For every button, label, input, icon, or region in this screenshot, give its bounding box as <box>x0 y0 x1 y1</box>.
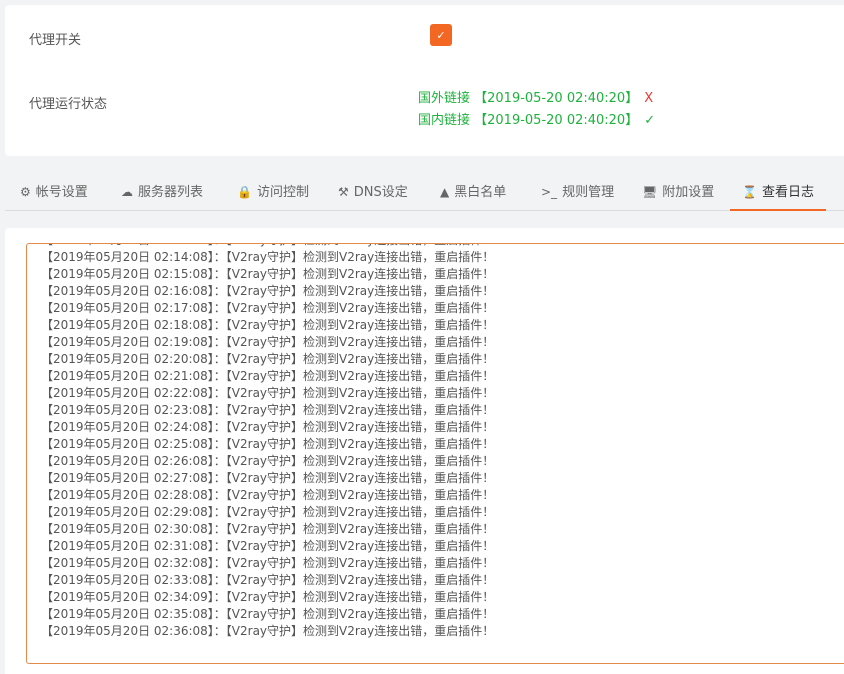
tab-label: 查看日志 <box>761 185 814 200</box>
log-line: 【2019年05月20日 02:35:08】：【V2ray守护】检测到V2ray… <box>41 607 495 621</box>
log-line: 【2019年05月20日 02:36:08】：【V2ray守护】检测到V2ray… <box>41 624 495 638</box>
success-icon: ✓ <box>644 113 656 128</box>
tab-label: 帐号设置 <box>35 185 88 200</box>
tab-label: 规则管理 <box>562 185 615 200</box>
tab-dns-settings[interactable]: ⚒ DNS设定 <box>338 173 408 211</box>
log-line: 【2019年05月20日 02:18:08】：【V2ray守护】检测到V2ray… <box>41 318 495 332</box>
log-content: 【2019年05月20日 02:13:08】：【V2ray守护】检测到V2ray… <box>41 244 495 640</box>
log-line: 【2019年05月20日 02:34:09】：【V2ray守护】检测到V2ray… <box>41 590 495 604</box>
tab-label: 黑白名单 <box>454 185 507 200</box>
tab-view-log[interactable]: ⌛ 查看日志 <box>730 173 826 211</box>
proxy-status-panel <box>5 5 844 156</box>
tab-label: 访问控制 <box>256 185 309 200</box>
log-line: 【2019年05月20日 02:14:08】：【V2ray守护】检测到V2ray… <box>41 250 495 264</box>
log-line: 【2019年05月20日 02:20:08】：【V2ray守护】检测到V2ray… <box>41 352 495 366</box>
log-line: 【2019年05月20日 02:30:08】：【V2ray守护】检测到V2ray… <box>41 522 495 536</box>
domestic-link-status: 国内链接 【2019-05-20 02:40:20】 ✓ <box>418 109 655 128</box>
terminal-icon: >_ <box>541 185 558 199</box>
tab-rule-management[interactable]: >_ 规则管理 <box>541 173 614 211</box>
proxy-switch-checkbox[interactable]: ✓ <box>430 24 452 46</box>
log-line: 【2019年05月20日 02:28:08】：【V2ray守护】检测到V2ray… <box>41 488 495 502</box>
log-line: 【2019年05月20日 02:23:08】：【V2ray守护】检测到V2ray… <box>41 403 495 417</box>
log-textarea[interactable]: 【2019年05月20日 02:13:08】：【V2ray守护】检测到V2ray… <box>26 243 844 664</box>
log-line: 【2019年05月20日 02:15:08】：【V2ray守护】检测到V2ray… <box>41 267 495 281</box>
log-line: 【2019年05月20日 02:26:08】：【V2ray守护】检测到V2ray… <box>41 454 495 468</box>
tab-access-control[interactable]: 🔒 访问控制 <box>237 173 309 211</box>
log-line: 【2019年05月20日 02:21:08】：【V2ray守护】检测到V2ray… <box>41 369 495 383</box>
monitor-icon: 🖥 <box>642 185 658 199</box>
cloud-icon: ☁ <box>121 185 133 199</box>
run-status-label: 代理运行状态 <box>29 97 108 112</box>
log-line: 【2019年05月20日 02:16:08】：【V2ray守护】检测到V2ray… <box>41 284 495 298</box>
fail-icon: X <box>644 91 654 106</box>
tab-server-list[interactable]: ☁ 服务器列表 <box>121 173 203 211</box>
hourglass-icon: ⌛ <box>742 185 757 199</box>
log-line: 【2019年05月20日 02:22:08】：【V2ray守护】检测到V2ray… <box>41 386 495 400</box>
tab-label: 服务器列表 <box>138 185 204 200</box>
lock-icon: 🔒 <box>237 185 252 199</box>
log-line: 【2019年05月20日 02:32:08】：【V2ray守护】检测到V2ray… <box>41 556 495 570</box>
log-line: 【2019年05月20日 02:24:08】：【V2ray守护】检测到V2ray… <box>41 420 495 434</box>
proxy-switch-label: 代理开关 <box>29 33 82 48</box>
log-line: 【2019年05月20日 02:27:08】：【V2ray守护】检测到V2ray… <box>41 471 495 485</box>
log-line: 【2019年05月20日 02:25:08】：【V2ray守护】检测到V2ray… <box>41 437 495 451</box>
settings-tabs: ⚙ 帐号设置 ☁ 服务器列表 🔒 访问控制 ⚒ DNS设定 ▲ 黑白名单 >_ 规则管理 🖥… <box>5 173 844 211</box>
foreign-link-status: 国外链接 【2019-05-20 02:40:20】 X <box>418 87 653 106</box>
tab-extra-settings[interactable]: 🖥 附加设置 <box>642 173 714 211</box>
tab-label: 附加设置 <box>662 185 715 200</box>
log-line: 【2019年05月20日 02:31:08】：【V2ray守护】检测到V2ray… <box>41 539 495 553</box>
tools-icon: ⚒ <box>338 185 349 199</box>
log-line: 【2019年05月20日 02:29:08】：【V2ray守护】检测到V2ray… <box>41 505 495 519</box>
tab-black-white-list[interactable]: ▲ 黑白名单 <box>440 173 506 211</box>
gear-icon: ⚙ <box>20 185 31 199</box>
foreign-link-text: 国外链接 【2019-05-20 02:40:20】 <box>418 91 639 106</box>
log-line: 【2019年05月20日 02:17:08】：【V2ray守护】检测到V2ray… <box>41 301 495 315</box>
log-line: 【2019年05月20日 02:33:08】：【V2ray守护】检测到V2ray… <box>41 573 495 587</box>
domestic-link-text: 国内链接 【2019-05-20 02:40:20】 <box>418 113 639 128</box>
check-icon: ✓ <box>436 28 446 42</box>
tab-account-settings[interactable]: ⚙ 帐号设置 <box>20 173 88 211</box>
log-line: 【2019年05月20日 02:19:08】：【V2ray守护】检测到V2ray… <box>41 335 495 349</box>
tab-label: DNS设定 <box>353 185 408 200</box>
warning-icon: ▲ <box>440 185 450 199</box>
